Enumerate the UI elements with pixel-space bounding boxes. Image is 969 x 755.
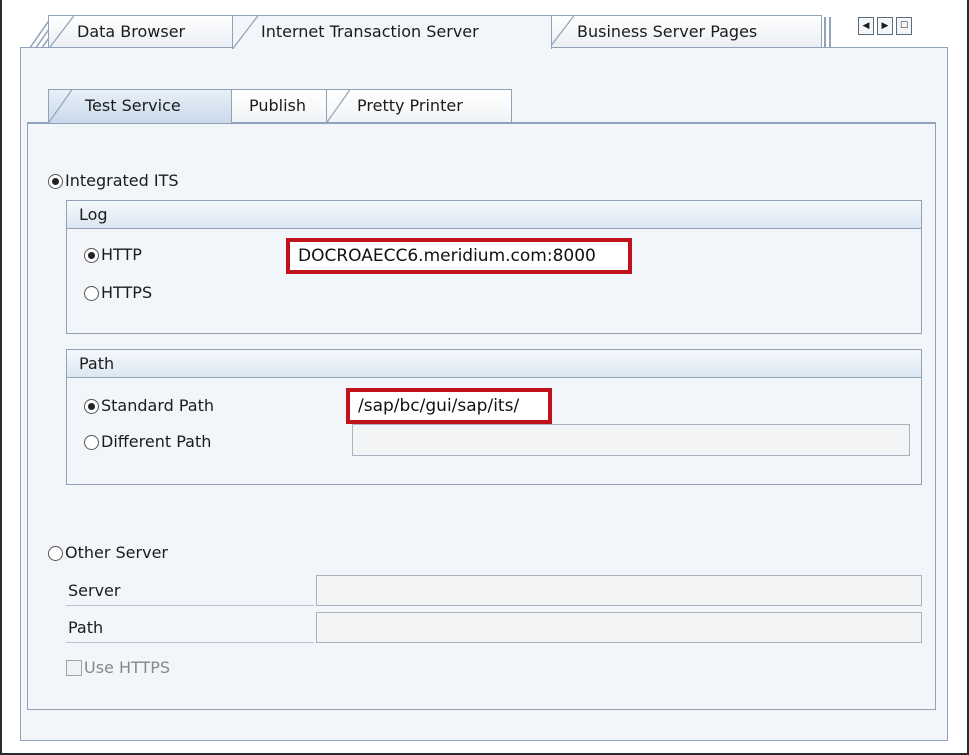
tab-internet-transaction-server[interactable]: Internet Transaction Server [232,15,552,49]
other-server-label: Other Server [65,543,168,562]
tab-data-browser-label: Data Browser [77,22,186,41]
tab-data-browser[interactable]: Data Browser [48,15,244,49]
tab-publish[interactable]: Publish [230,89,330,122]
radio-selected-icon [84,398,99,414]
integrated-its-label: Integrated ITS [65,171,179,190]
use-https-checkbox[interactable]: Use HTTPS [66,658,170,677]
tab-publish-label: Publish [249,96,307,115]
tab-its-label: Internet Transaction Server [261,22,479,41]
different-path-radio[interactable]: Different Path [84,432,211,452]
http-radio[interactable]: HTTP [84,245,142,265]
list-icon: ☐ [899,21,909,31]
checkbox-icon [66,659,82,676]
radio-unselected-icon [84,285,99,301]
other-path-input[interactable] [316,612,922,643]
tab-pretty-printer-label: Pretty Printer [357,96,463,115]
path-group-title: Path [67,350,921,378]
other-server-input[interactable] [316,575,922,606]
tab-bsp-label: Business Server Pages [577,22,758,41]
server-field-label: Server [66,576,314,606]
use-https-label: Use HTTPS [84,658,171,677]
radio-unselected-icon [48,545,63,561]
tab-pretty-printer[interactable]: Pretty Printer [326,89,512,123]
tab-prev-button[interactable]: ◀ [858,17,874,35]
chevron-right-icon: ▶ [881,21,889,31]
https-radio[interactable]: HTTPS [84,283,152,303]
tab-next-button[interactable]: ▶ [877,17,893,35]
server-address-field[interactable]: DOCROAECC6.meridium.com:8000 [286,238,632,274]
log-group-title: Log [67,201,921,229]
http-label: HTTP [101,245,142,264]
different-path-label: Different Path [101,432,212,451]
different-path-input[interactable] [352,424,910,456]
tab-test-service-label: Test Service [85,96,181,115]
chevron-left-icon: ◀ [862,21,870,31]
tab-list-button[interactable]: ☐ [896,17,912,35]
integrated-its-radio[interactable]: Integrated ITS [48,171,179,191]
radio-unselected-icon [84,434,99,450]
standard-path-field[interactable]: /sap/bc/gui/sap/its/ [346,388,552,424]
server-address-value: DOCROAECC6.meridium.com:8000 [298,246,596,266]
tab-test-service[interactable]: Test Service [48,89,232,123]
standard-path-value: /sap/bc/gui/sap/its/ [358,396,520,416]
tab-business-server-pages[interactable]: Business Server Pages [548,15,822,49]
https-label: HTTPS [101,283,153,302]
tab-overflow-indicator [822,17,836,47]
other-server-radio[interactable]: Other Server [48,543,168,563]
standard-path-label: Standard Path [101,396,215,415]
standard-path-radio[interactable]: Standard Path [84,396,214,416]
radio-selected-icon [48,173,63,189]
path-field-label: Path [66,613,314,643]
radio-selected-icon [84,247,99,263]
